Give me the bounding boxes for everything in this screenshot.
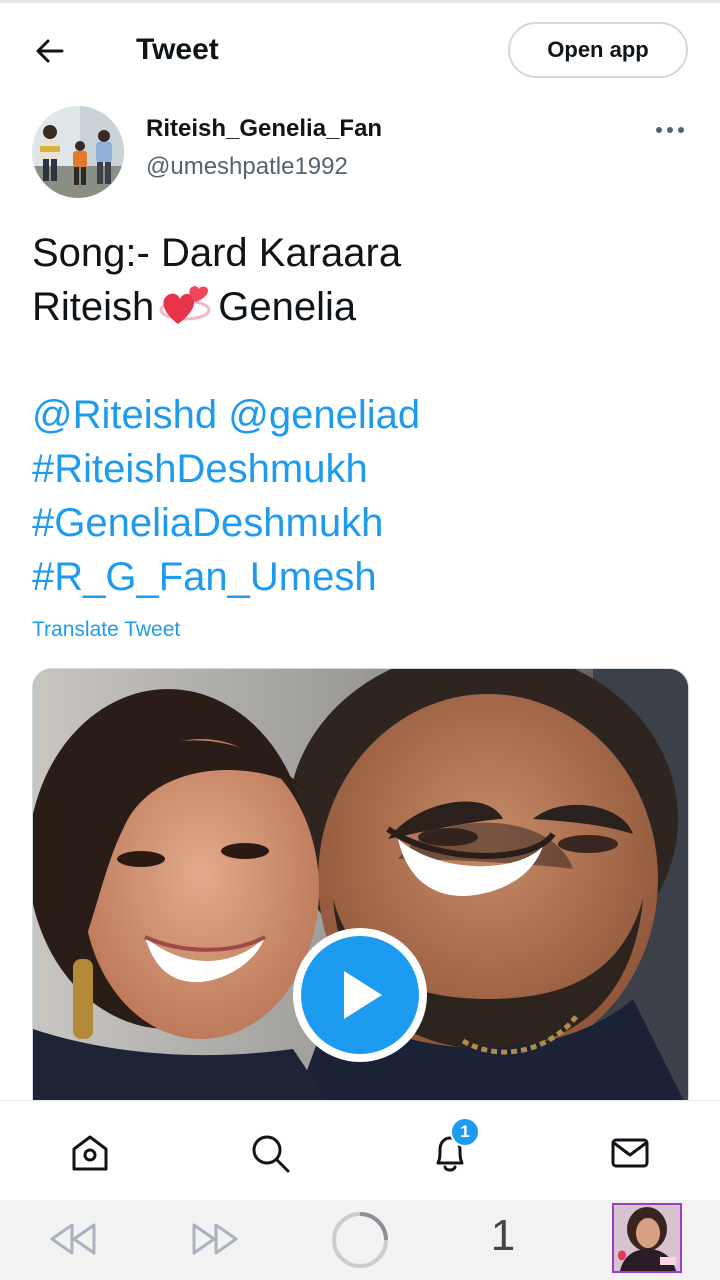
- name-riteish: Riteish: [32, 285, 155, 329]
- mail-icon: [611, 1138, 649, 1168]
- hashtag-riteishdeshmukh[interactable]: #RiteishDeshmukh: [32, 447, 368, 491]
- page-title: Tweet: [136, 33, 219, 66]
- author-handle[interactable]: @umeshpatle1992: [146, 152, 348, 182]
- tweet-line-hashtag-1: #RiteishDeshmukh: [32, 442, 692, 496]
- reload-button[interactable]: [328, 1208, 392, 1272]
- play-button[interactable]: [293, 928, 427, 1062]
- name-genelia: Genelia: [218, 285, 357, 329]
- mention-riteishd[interactable]: @Riteishd: [32, 393, 217, 437]
- app-header: Tweet Open app: [0, 3, 720, 95]
- avatar-photo: [32, 106, 124, 198]
- author-display-name[interactable]: Riteish_Genelia_Fan: [146, 114, 382, 144]
- hashtag-rg-fan-umesh[interactable]: #R_G_Fan_Umesh: [32, 555, 377, 599]
- search-icon: [252, 1135, 290, 1173]
- tweet-body: Song:- Dard Karaara Riteish Genelia @Rit…: [32, 226, 692, 604]
- play-button-inner: [301, 936, 419, 1054]
- tweet-line-hashtag-2: #GeneliaDeshmukh: [32, 496, 692, 550]
- tab-search[interactable]: [246, 1129, 294, 1177]
- rewind-button[interactable]: [44, 1216, 100, 1262]
- tab-thumbnail[interactable]: [612, 1203, 682, 1273]
- tab-count[interactable]: 1: [478, 1206, 528, 1266]
- tab-home[interactable]: [66, 1129, 114, 1177]
- tweet-line-song: Song:- Dard Karaara: [32, 231, 402, 275]
- bottom-tab-bar: 1: [0, 1100, 720, 1201]
- back-button[interactable]: [30, 31, 70, 71]
- tweet-line-mentions: @Riteishd @geneliad: [32, 388, 692, 442]
- hashtag-geneliadeshmukh[interactable]: #GeneliaDeshmukh: [32, 501, 383, 545]
- tweet-line-names: Riteish Genelia: [32, 280, 692, 334]
- revolving-hearts-icon: [159, 286, 211, 324]
- avatar[interactable]: [32, 106, 124, 198]
- more-horizontal-icon: [656, 127, 684, 133]
- translate-tweet-link[interactable]: Translate Tweet: [32, 616, 180, 644]
- tab-messages[interactable]: [606, 1129, 654, 1177]
- tweet-line-hashtag-3: #R_G_Fan_Umesh: [32, 550, 692, 604]
- loading-circle-icon: [332, 1212, 388, 1268]
- thumbnail-image: [614, 1205, 680, 1271]
- rewind-icon: [50, 1223, 96, 1255]
- notification-badge: 1: [450, 1117, 480, 1147]
- tweet-video[interactable]: [32, 668, 689, 1110]
- mention-geneliad[interactable]: @geneliad: [228, 393, 420, 437]
- fast-forward-button[interactable]: [188, 1216, 244, 1262]
- open-app-button[interactable]: Open app: [508, 22, 688, 78]
- arrow-left-icon: [36, 39, 64, 63]
- more-options-button[interactable]: [646, 110, 694, 150]
- home-icon: [72, 1135, 108, 1171]
- fast-forward-icon: [192, 1223, 238, 1255]
- play-icon: [344, 971, 382, 1019]
